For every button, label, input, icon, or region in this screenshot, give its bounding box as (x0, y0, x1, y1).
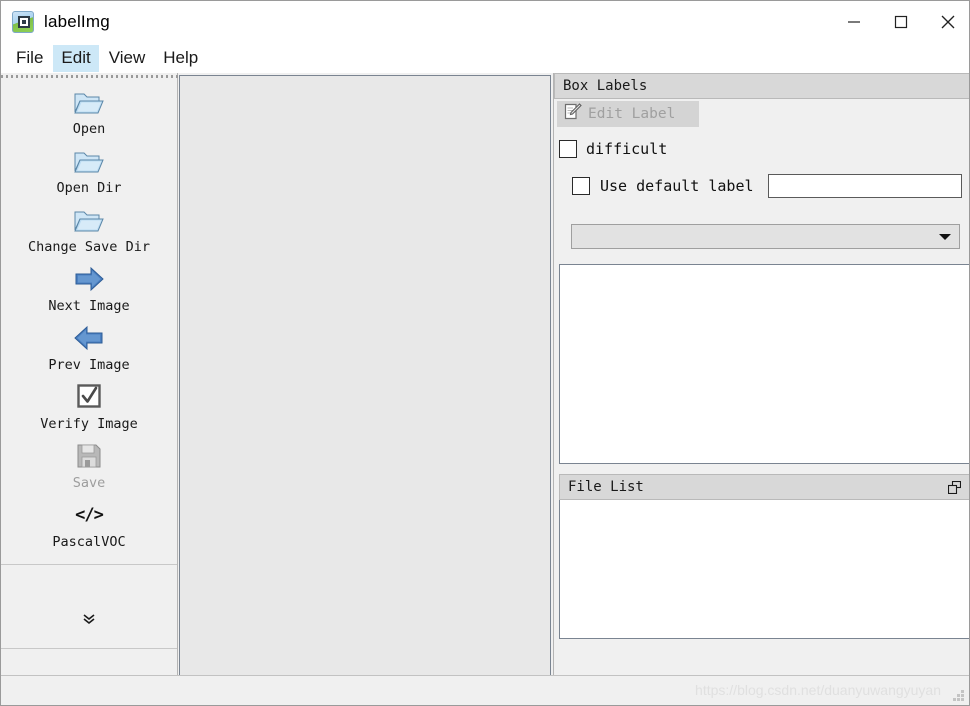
use-default-label-row: Use default label (572, 174, 969, 198)
left-toolbar: Open Open Dir Change Save Dir Next Image… (1, 73, 178, 677)
title-bar: labelImg (1, 1, 969, 43)
labelimg-window: labelImg File Edit View Help Open Open D… (0, 0, 970, 706)
difficult-checkbox-row[interactable]: difficult (559, 140, 969, 158)
difficult-checkbox[interactable] (559, 140, 577, 158)
toolbar-label-open-dir: Open Dir (56, 180, 122, 196)
toolbar-drag-handle[interactable] (1, 73, 178, 80)
use-default-label-text: Use default label (600, 177, 754, 195)
toolbar-button-format[interactable]: </> PascalVOC (1, 493, 177, 552)
toolbar-label-format: PascalVOC (52, 534, 126, 550)
floppy-disk-icon (73, 438, 105, 474)
open-folder-icon (69, 202, 109, 238)
edit-label-button-text: Edit Label (588, 106, 676, 122)
canvas-area (178, 73, 552, 677)
toolbar-button-save[interactable]: Save (1, 434, 177, 493)
chevron-down-icon[interactable] (939, 234, 951, 240)
toolbar-button-open[interactable]: Open (1, 80, 177, 139)
box-labels-title-text: Box Labels (563, 78, 648, 94)
file-list-title-text: File List (568, 479, 644, 495)
arrow-left-icon (69, 320, 109, 356)
use-default-label-checkbox[interactable] (572, 177, 590, 195)
watermark-text: https://blog.csdn.net/duanyuwangyuyan (695, 682, 941, 698)
toolbar-button-next-image[interactable]: Next Image (1, 257, 177, 316)
toolbar-label-next-image: Next Image (48, 298, 130, 314)
edit-label-button[interactable]: Edit Label (557, 101, 699, 127)
window-controls (830, 1, 969, 43)
toolbar-button-verify-image[interactable]: Verify Image (1, 375, 177, 434)
difficult-checkbox-label: difficult (586, 140, 668, 158)
code-tags-icon: </> (75, 505, 104, 525)
file-list[interactable] (559, 500, 969, 639)
toolbar-bottom-separator (1, 648, 177, 649)
undock-icon[interactable] (946, 479, 962, 495)
file-list-title: File List (559, 474, 969, 500)
open-folder-icon (69, 84, 109, 120)
maximize-icon[interactable] (877, 1, 924, 43)
menu-item-file[interactable]: File (8, 45, 51, 72)
toolbar-button-change-save-dir[interactable]: Change Save Dir (1, 198, 177, 257)
image-canvas[interactable] (179, 75, 551, 677)
resize-grip-icon[interactable] (952, 689, 965, 702)
image-label-icon (12, 11, 34, 33)
toolbar-button-open-dir[interactable]: Open Dir (1, 139, 177, 198)
toolbar-label-save: Save (72, 475, 106, 491)
label-combo-box[interactable] (571, 224, 960, 249)
arrow-right-icon (69, 261, 109, 297)
toolbar-separator (1, 564, 177, 565)
close-icon[interactable] (924, 1, 969, 43)
toolbar-label-prev-image: Prev Image (48, 357, 130, 373)
menu-item-edit[interactable]: Edit (53, 44, 99, 72)
chevron-double-down-icon[interactable] (1, 613, 177, 625)
open-folder-icon (69, 143, 109, 179)
toolbar-label-open: Open (72, 121, 106, 137)
minimize-icon[interactable] (830, 1, 877, 43)
toolbar-button-prev-image[interactable]: Prev Image (1, 316, 177, 375)
checkbox-tick-icon (73, 379, 105, 415)
window-title: labelImg (44, 12, 110, 31)
toolbar-label-verify-image: Verify Image (40, 416, 138, 432)
menu-item-view[interactable]: View (101, 45, 154, 72)
box-labels-title: Box Labels (554, 73, 969, 99)
menu-item-help[interactable]: Help (155, 45, 206, 72)
default-label-input[interactable] (767, 174, 962, 198)
status-bar: https://blog.csdn.net/duanyuwangyuyan (1, 675, 969, 705)
edit-pencil-icon (563, 102, 582, 126)
menu-bar: File Edit View Help (1, 43, 969, 73)
label-list[interactable] (559, 264, 969, 464)
right-panel: Box Labels Edit Label difficult Use defa… (553, 73, 969, 677)
toolbar-label-change-save-dir: Change Save Dir (28, 239, 150, 255)
